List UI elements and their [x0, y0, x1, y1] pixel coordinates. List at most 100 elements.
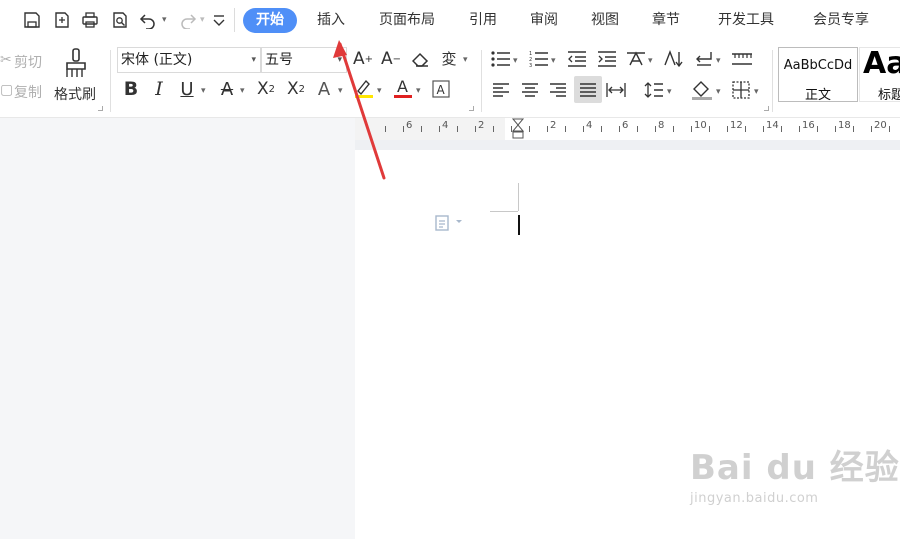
bullet-list-icon[interactable]: [490, 48, 512, 70]
chevron-down-icon[interactable]: ▾: [338, 86, 343, 96]
phonetic-guide-icon[interactable]: 変: [437, 46, 461, 70]
chevron-down-icon[interactable]: ▾: [201, 86, 206, 96]
divider: [234, 8, 235, 32]
ruler-tick: [655, 126, 656, 132]
customize-quick-access-icon[interactable]: [209, 10, 229, 30]
ruler-tick: [817, 126, 818, 132]
strikethrough-icon[interactable]: A: [216, 78, 238, 100]
watermark-site: jingyan.baidu.com: [690, 491, 819, 506]
bold-icon[interactable]: B: [120, 78, 142, 100]
print-icon[interactable]: [80, 10, 100, 30]
align-right-icon[interactable]: [547, 79, 569, 101]
tab-member[interactable]: 会员专享: [803, 8, 879, 33]
paste-options-icon[interactable]: [434, 214, 464, 236]
char-border-icon[interactable]: A: [430, 78, 452, 100]
align-left-icon[interactable]: [490, 79, 512, 101]
ruler-number: 2: [550, 120, 557, 131]
font-color-icon[interactable]: A: [392, 76, 414, 100]
tab-page-layout[interactable]: 页面布局: [370, 8, 444, 33]
print-preview-icon[interactable]: [110, 10, 130, 30]
decrease-indent-icon[interactable]: [566, 48, 588, 70]
sort-icon[interactable]: [662, 48, 684, 70]
style-normal[interactable]: AaBbCcDd 正文: [778, 47, 858, 103]
ruler-tick: [529, 126, 530, 132]
format-painter-button[interactable]: 格式刷: [54, 84, 96, 104]
shrink-font-icon[interactable]: A −: [380, 48, 402, 70]
underline-icon[interactable]: U: [176, 78, 198, 100]
chevron-down-icon[interactable]: ▾: [513, 56, 518, 66]
redo-dropdown-icon: ▾: [200, 15, 205, 25]
clipboard-expand-icon[interactable]: [98, 106, 103, 111]
superscript-icon[interactable]: X2: [254, 78, 278, 100]
ruler-number: 18: [838, 120, 851, 131]
justify-icon[interactable]: [574, 76, 602, 103]
ruler-tick: [853, 126, 854, 132]
tab-review[interactable]: 审阅: [522, 8, 566, 33]
font-name-select[interactable]: 宋体 (正文) ▾: [117, 47, 261, 73]
chevron-down-icon[interactable]: ▾: [240, 86, 245, 96]
chinese-layout-icon[interactable]: [625, 48, 647, 70]
numbered-list-icon[interactable]: 123: [528, 48, 550, 70]
ruler-tick: [691, 126, 692, 132]
ruler-tick: [709, 126, 710, 132]
chevron-down-icon[interactable]: ▾: [716, 56, 721, 66]
chevron-down-icon[interactable]: ▾: [416, 86, 421, 96]
ruler-tick: [889, 126, 890, 132]
table-toolbox-icon[interactable]: [731, 48, 753, 70]
format-painter-icon[interactable]: [60, 46, 92, 80]
ruler-tick: [781, 126, 782, 132]
ruler-number: 10: [694, 120, 707, 131]
tab-references[interactable]: 引用: [461, 8, 505, 33]
tab-sections[interactable]: 章节: [644, 8, 688, 33]
shading-icon[interactable]: [690, 78, 714, 102]
margin-corner-mark: [490, 211, 518, 212]
font-size-select[interactable]: 五号 ▾: [261, 47, 347, 73]
grow-font-icon[interactable]: A +: [352, 48, 374, 70]
borders-icon[interactable]: [730, 79, 752, 101]
style-normal-label: 正文: [804, 88, 831, 103]
redo-icon: [178, 10, 198, 30]
chevron-down-icon: ▾: [251, 55, 256, 65]
font-expand-icon[interactable]: [469, 106, 474, 111]
ruler-number: 16: [802, 120, 815, 131]
save-icon[interactable]: [22, 10, 42, 30]
chevron-down-icon[interactable]: ▾: [648, 56, 653, 66]
line-spacing-icon[interactable]: [643, 79, 665, 101]
italic-icon[interactable]: I: [148, 78, 170, 100]
chevron-down-icon[interactable]: ▾: [463, 55, 468, 65]
text-effect-icon[interactable]: A: [313, 78, 335, 100]
chevron-down-icon[interactable]: ▾: [667, 87, 672, 97]
distributed-align-icon[interactable]: [605, 79, 627, 101]
tab-home[interactable]: 开始: [243, 8, 297, 33]
undo-icon[interactable]: [138, 10, 158, 30]
clear-format-icon[interactable]: [410, 49, 432, 71]
show-marks-icon[interactable]: [693, 48, 715, 70]
ruler-tick: [457, 126, 458, 132]
tab-view[interactable]: 视图: [583, 8, 627, 33]
ruler-number: 2: [478, 120, 485, 131]
chevron-down-icon[interactable]: ▾: [754, 87, 759, 97]
subscript-icon[interactable]: X2: [284, 78, 308, 100]
font-name-value: 宋体 (正文): [121, 52, 193, 68]
style-heading-preview: Aa: [863, 46, 900, 81]
highlight-icon[interactable]: [353, 76, 375, 100]
cut-button: 剪切: [14, 55, 42, 71]
ruler-number: 6: [406, 120, 413, 131]
undo-dropdown-icon[interactable]: ▾: [162, 15, 167, 25]
paragraph-expand-icon[interactable]: [764, 106, 769, 111]
chevron-down-icon[interactable]: ▾: [551, 56, 556, 66]
export-pdf-icon[interactable]: [52, 10, 72, 30]
chevron-down-icon[interactable]: ▾: [716, 87, 721, 97]
tab-insert[interactable]: 插入: [306, 8, 356, 33]
divider: [481, 50, 482, 112]
horizontal-ruler[interactable]: 6 4 2 2 4 6 8 10 12 14 16 18 20: [355, 118, 900, 140]
style-heading[interactable]: Aa 标题: [859, 46, 900, 103]
increase-indent-icon[interactable]: [596, 48, 618, 70]
align-center-icon[interactable]: [519, 79, 541, 101]
indent-marker[interactable]: [511, 118, 525, 140]
ruler-tick: [619, 126, 620, 132]
ruler-tick: [871, 126, 872, 132]
tab-developer[interactable]: 开发工具: [708, 8, 784, 33]
style-normal-preview: AaBbCcDd: [783, 58, 853, 73]
chevron-down-icon[interactable]: ▾: [377, 86, 382, 96]
